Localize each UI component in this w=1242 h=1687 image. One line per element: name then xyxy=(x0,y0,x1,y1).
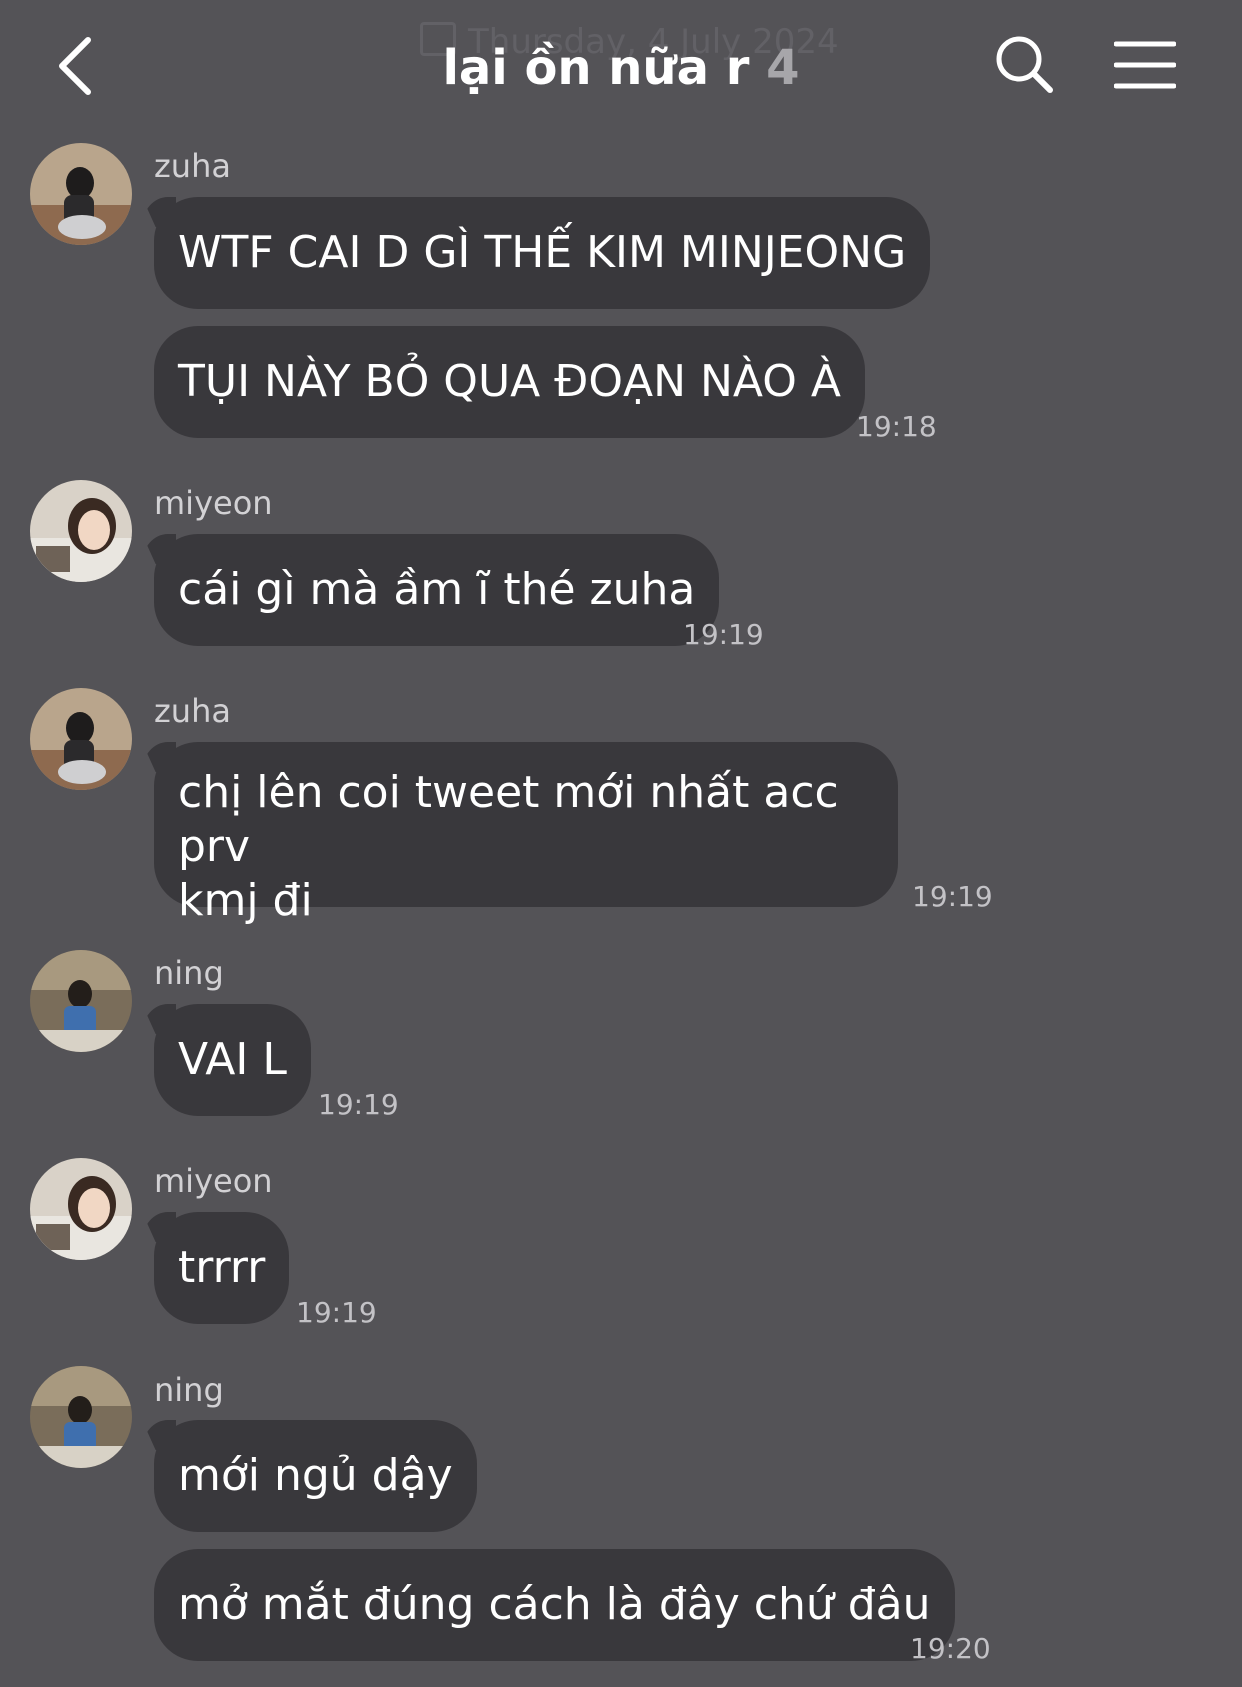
sender-name: ning xyxy=(154,1371,224,1409)
profile-photo xyxy=(30,480,132,582)
message-time: 19:18 xyxy=(856,410,937,443)
avatar-miyeon[interactable] xyxy=(30,1158,132,1260)
sender-name: zuha xyxy=(154,147,231,185)
message-bubble[interactable]: mới ngủ dậy xyxy=(154,1420,477,1532)
message-time: 19:19 xyxy=(683,618,764,651)
message-bubble[interactable]: cái gì mà ầm ĩ thé zuha xyxy=(154,534,720,646)
message-bubble[interactable]: mở mắt đúng cách là đây chứ đâu xyxy=(154,1549,955,1661)
message-time: 19:19 xyxy=(296,1296,377,1329)
member-count: 4 xyxy=(766,40,800,96)
avatar-ning[interactable] xyxy=(30,950,132,1052)
menu-button[interactable] xyxy=(1113,40,1177,90)
profile-photo xyxy=(30,688,132,790)
avatar-ning[interactable] xyxy=(30,1366,132,1468)
profile-photo xyxy=(30,1158,132,1260)
message-bubble[interactable]: trrrr xyxy=(154,1212,290,1324)
chat-name: lại ồn nữa r xyxy=(442,40,750,96)
message-time: 19:20 xyxy=(910,1632,991,1665)
search-icon xyxy=(996,36,1053,93)
profile-photo xyxy=(30,950,132,1052)
chat-header: Thursday, 4 July 2024 lại ồn nữa r 4 xyxy=(0,0,1242,130)
message-bubble[interactable]: TỤI NÀY BỎ QUA ĐOẠN NÀO À xyxy=(154,326,865,438)
message-time: 19:19 xyxy=(912,880,993,913)
hamburger-menu-icon xyxy=(1113,41,1177,89)
message-bubble[interactable]: chị lên coi tweet mới nhất acc prv kmj đ… xyxy=(154,742,898,926)
profile-photo xyxy=(30,143,132,245)
sender-name: miyeon xyxy=(154,1162,273,1200)
profile-photo xyxy=(30,1366,132,1468)
avatar-miyeon[interactable] xyxy=(30,480,132,582)
message-time: 19:19 xyxy=(318,1088,399,1121)
avatar-zuha[interactable] xyxy=(30,143,132,245)
avatar-zuha[interactable] xyxy=(30,688,132,790)
sender-name: miyeon xyxy=(154,484,273,522)
search-button[interactable] xyxy=(994,34,1056,96)
message-bubble[interactable]: VAI L xyxy=(154,1004,311,1116)
sender-name: ning xyxy=(154,954,224,992)
message-bubble[interactable]: WTF CAI D GÌ THẾ KIM MINJEONG xyxy=(154,197,931,309)
sender-name: zuha xyxy=(154,692,231,730)
